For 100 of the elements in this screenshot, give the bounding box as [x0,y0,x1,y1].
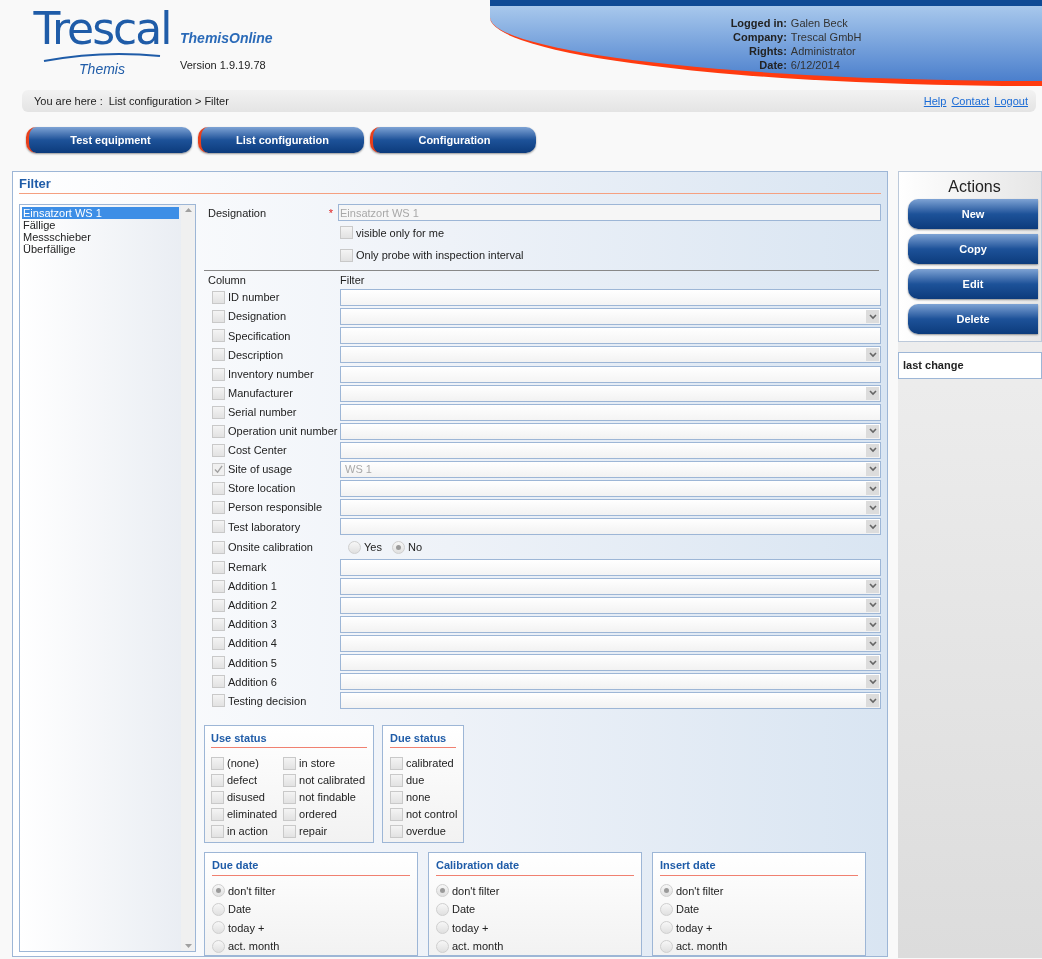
radio-button[interactable] [660,939,673,953]
checkbox[interactable] [212,443,225,457]
dropdown-field[interactable] [340,616,881,634]
nav-tab[interactable]: List configuration [198,127,364,153]
checkbox[interactable] [212,675,225,689]
breadcrumb-path: List configuration > Filter [108,93,229,109]
dropdown-field[interactable] [340,308,881,326]
radio-label: today + [452,920,489,936]
panel-title: Filter [19,176,881,194]
radio-button[interactable] [212,921,225,935]
checkbox[interactable] [211,773,224,787]
checkbox[interactable] [283,773,297,787]
checkbox[interactable] [212,560,225,574]
dropdown-field[interactable] [340,597,881,614]
dropdown-field[interactable] [340,384,881,402]
header-link[interactable]: Help [923,92,947,110]
checkbox[interactable] [390,790,403,804]
checkbox[interactable] [340,248,353,262]
dropdown-field[interactable] [340,673,881,691]
status-label: defect [227,772,257,788]
checkbox[interactable] [212,694,225,708]
radio-label: act. month [452,939,504,954]
dropdown-field[interactable] [340,346,881,364]
dropdown-field[interactable] [340,499,881,517]
checkbox[interactable] [211,824,224,838]
header-link[interactable]: Logout [994,92,1028,110]
checkbox[interactable] [212,424,225,438]
checkbox[interactable] [212,310,225,324]
checkbox[interactable] [283,807,297,821]
text-field[interactable] [340,327,881,345]
checkbox[interactable] [212,291,225,305]
checkbox[interactable] [340,226,353,240]
header-link[interactable]: Contact [951,92,990,110]
radio-button[interactable] [348,540,361,554]
dropdown-field[interactable] [340,577,881,595]
checkbox[interactable] [390,824,403,838]
chevron-down-icon [866,694,879,708]
checkbox[interactable] [212,540,225,554]
checkbox[interactable] [211,756,224,770]
radio-button[interactable] [660,902,673,916]
list-item[interactable]: Messschieber [22,231,179,243]
list-item[interactable]: Überfällige [22,243,179,255]
radio-label: don't filter [452,883,500,899]
nav-tab[interactable]: Configuration [370,127,536,153]
radio-button[interactable] [436,884,449,898]
radio-button[interactable] [391,540,405,554]
list-item[interactable]: Fällige [22,219,179,231]
checkbox[interactable] [212,482,225,496]
status-label: not calibrated [299,772,366,788]
checkbox[interactable] [212,618,225,632]
checkbox[interactable] [212,367,225,381]
radio-button[interactable] [436,921,449,935]
group-title: Due date [212,857,410,876]
group-title: Use status [211,729,367,748]
dropdown-field[interactable] [340,480,881,498]
checkbox[interactable] [283,824,297,838]
action-button[interactable]: Copy [908,234,1038,264]
text-field[interactable] [340,403,881,421]
checkbox[interactable] [283,790,297,804]
text-field[interactable] [340,365,881,383]
radio-label: today + [676,920,713,936]
radio-label: Date [452,902,476,917]
dropdown-field[interactable] [340,422,881,440]
radio-button[interactable] [660,921,673,935]
radio-button[interactable] [212,939,225,953]
checkbox[interactable] [390,807,403,821]
checkbox[interactable] [212,599,225,612]
checkbox[interactable] [212,520,225,534]
radio-button[interactable] [436,939,449,953]
dropdown-field[interactable] [340,635,881,653]
radio-button[interactable] [436,902,449,916]
scrollbar[interactable] [181,205,195,951]
checkbox[interactable] [390,773,403,787]
checkbox[interactable] [390,756,403,770]
checkbox[interactable] [212,348,225,362]
dropdown-field[interactable] [340,654,881,672]
text-field[interactable] [340,558,881,576]
radio-button[interactable] [212,902,225,916]
checkbox[interactable] [212,329,225,343]
dropdown-field[interactable] [340,692,881,710]
checkbox[interactable] [212,637,225,651]
checkbox[interactable] [212,501,225,515]
checkbox[interactable] [212,463,225,476]
action-button[interactable]: Edit [908,269,1038,299]
checkbox[interactable] [212,405,225,419]
text-field[interactable] [340,289,881,307]
status-label: ordered [299,806,337,822]
checkbox[interactable] [211,790,224,804]
nav-tab[interactable]: Test equipment [26,127,192,153]
checkbox[interactable] [211,807,224,821]
action-button[interactable]: New [908,199,1038,229]
radio-button[interactable] [212,884,225,898]
dropdown-field[interactable] [340,441,881,459]
dropdown-field[interactable] [340,518,881,536]
checkbox[interactable] [212,656,225,670]
checkbox[interactable] [283,756,297,770]
checkbox[interactable] [212,386,225,400]
radio-button[interactable] [660,884,673,898]
action-button[interactable]: Delete [908,304,1038,334]
checkbox[interactable] [212,579,225,593]
